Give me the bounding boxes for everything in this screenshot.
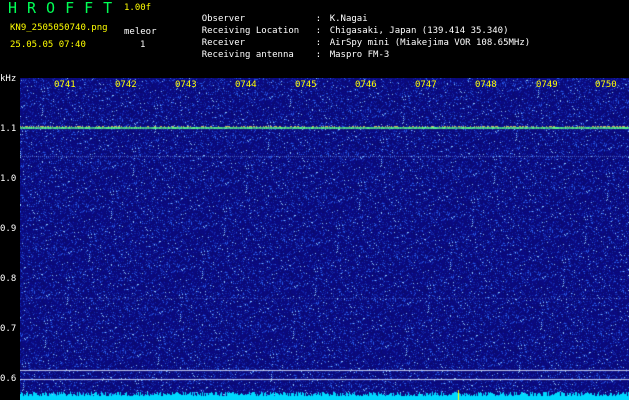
y-tick-label: 0.9 xyxy=(0,224,17,234)
meta-label: Receiving antenna xyxy=(201,50,294,60)
y-tick-label: 1.0 xyxy=(0,174,17,184)
time-tick-label: 0750 xyxy=(595,80,617,90)
y-tick-label: 1.1 xyxy=(0,124,17,134)
waterfall-spectrogram xyxy=(20,78,629,400)
time-tick-label: 0747 xyxy=(415,80,437,90)
y-axis-unit: kHz xyxy=(0,74,17,84)
spectrogram-canvas xyxy=(20,78,629,400)
time-tick-label: 0741 xyxy=(54,80,76,90)
hrofft-window: HROFFT 1.00f KN9_2505050740.png meleor 2… xyxy=(0,0,629,400)
filename-label: KN9_2505050740.png xyxy=(10,23,108,33)
time-tick-label: 0746 xyxy=(355,80,377,90)
time-tick-label: 0743 xyxy=(175,80,197,90)
mode-label: meleor xyxy=(124,27,157,37)
datetime-label: 25.05.05 07:40 xyxy=(10,40,86,50)
count-label: 1 xyxy=(140,40,146,50)
time-tick-label: 0748 xyxy=(475,80,497,90)
version-label: 1.00f xyxy=(124,3,152,13)
time-tick-label: 0742 xyxy=(115,80,137,90)
meta-antenna: Receiving antenna: Maspro FM-3 xyxy=(201,50,390,60)
y-tick-label: 0.8 xyxy=(0,274,17,284)
time-tick-label: 0749 xyxy=(536,80,558,90)
y-tick-label: 0.6 xyxy=(0,374,17,384)
meta-value: Maspro FM-3 xyxy=(329,50,390,60)
y-tick-label: 0.7 xyxy=(0,324,17,334)
app-title: HROFFT xyxy=(8,0,123,17)
time-tick-label: 0745 xyxy=(295,80,317,90)
time-tick-label: 0744 xyxy=(235,80,257,90)
